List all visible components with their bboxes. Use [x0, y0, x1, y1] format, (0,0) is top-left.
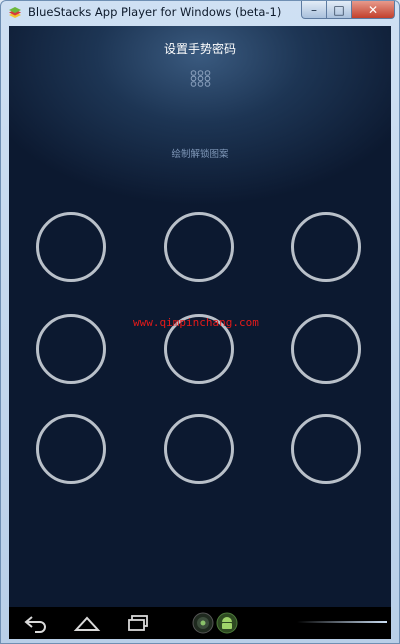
maximize-button[interactable]: □ — [327, 1, 352, 19]
pattern-dot-3[interactable] — [291, 212, 361, 282]
pattern-preview-icon — [190, 70, 211, 87]
page-title: 设置手势密码 — [163, 42, 236, 56]
app-window: BlueStacks App Player for Windows (beta-… — [0, 0, 400, 644]
pattern-dot-6[interactable] — [291, 314, 361, 384]
home-icon[interactable] — [73, 613, 101, 633]
android-nav-bar — [9, 607, 391, 639]
pattern-dot-7[interactable] — [36, 414, 106, 484]
back-icon[interactable] — [23, 613, 49, 633]
android-icon[interactable] — [215, 611, 239, 635]
window-controls: – □ ✕ — [301, 1, 395, 20]
pattern-dot-1[interactable] — [36, 212, 106, 282]
minimize-button[interactable]: – — [301, 1, 327, 19]
recent-apps-icon[interactable] — [127, 613, 151, 633]
close-button[interactable]: ✕ — [352, 1, 395, 19]
watermark-text: www.qimpinchang.com — [133, 316, 259, 329]
title-bar[interactable]: BlueStacks App Player for Windows (beta-… — [1, 1, 399, 25]
pattern-dot-9[interactable] — [291, 414, 361, 484]
window-title: BlueStacks App Player for Windows (beta-… — [28, 5, 282, 19]
bluestacks-icon[interactable] — [191, 611, 215, 635]
bluestacks-logo-icon — [9, 7, 21, 18]
android-screen: 设置手势密码 绘制解锁图案 www.qimpinchang.com — [9, 26, 391, 607]
pattern-dot-2[interactable] — [164, 212, 234, 282]
draw-pattern-hint: 绘制解锁图案 — [171, 149, 229, 160]
pattern-dot-4[interactable] — [36, 314, 106, 384]
pattern-dot-8[interactable] — [164, 414, 234, 484]
nav-divider-line — [297, 621, 387, 623]
